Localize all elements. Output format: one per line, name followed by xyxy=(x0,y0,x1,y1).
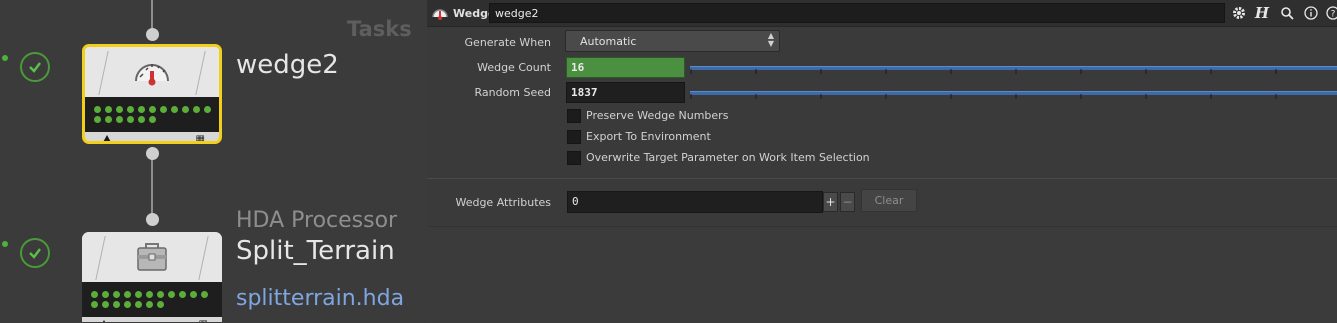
svg-text:?: ? xyxy=(1331,10,1336,20)
wedge-count-label: Wedge Count xyxy=(477,61,551,74)
parameter-toolbar: Wedge wedge2 H ? xyxy=(427,0,1337,27)
node1-input-port[interactable] xyxy=(146,28,159,41)
export-to-environment-checkbox[interactable] xyxy=(567,130,581,144)
generate-when-value: Automatic xyxy=(580,35,637,48)
minus-icon: − xyxy=(842,195,853,209)
slider-ticks xyxy=(690,94,1277,99)
export-to-environment-label: Export To Environment xyxy=(586,130,711,143)
preserve-wedge-numbers-label: Preserve Wedge Numbers xyxy=(586,109,729,122)
random-seed-label: Random Seed xyxy=(474,86,551,99)
plus-icon: + xyxy=(825,195,836,209)
split-terrain-node-title: Split_Terrain xyxy=(236,236,395,266)
wedge-attributes-label: Wedge Attributes xyxy=(455,196,551,209)
parameter-panel-empty-area xyxy=(427,226,1337,323)
info-icon[interactable] xyxy=(1303,5,1319,21)
wedge-node-header xyxy=(85,47,219,97)
split-terrain-node[interactable]: ▦ xyxy=(82,232,222,322)
node1-cooked-check-icon xyxy=(20,52,50,82)
node1-work-indicator xyxy=(2,55,8,61)
overwrite-target-parameter-checkbox[interactable] xyxy=(567,151,581,165)
node2-cooked-check-icon xyxy=(20,238,50,268)
random-seed-value: 1837 xyxy=(571,86,598,99)
wire-middle xyxy=(151,156,153,220)
wedge-count-field[interactable]: 16 xyxy=(566,57,685,78)
random-seed-field[interactable]: 1837 xyxy=(566,82,685,103)
split-terrain-node-header xyxy=(82,232,222,282)
section-divider xyxy=(427,178,1337,179)
slider-ticks xyxy=(690,69,1277,74)
node2-input-port[interactable] xyxy=(146,213,159,226)
clear-label: Clear xyxy=(874,194,904,207)
wedge-node-footer: ▦ xyxy=(85,132,219,142)
section-label: Tasks xyxy=(347,17,412,41)
generate-when-dropdown[interactable]: Automatic ▲ ▼ xyxy=(565,30,780,52)
list-icon[interactable]: ▦ xyxy=(196,135,205,142)
network-view[interactable]: Tasks ▦ wedge2 HDA Processor Split_Terra… xyxy=(0,0,427,322)
search-icon[interactable] xyxy=(1279,5,1295,21)
random-seed-slider[interactable] xyxy=(690,91,1337,103)
split-terrain-node-footer: ▦ xyxy=(82,317,222,322)
split-terrain-node-hda[interactable]: splitterrain.hda xyxy=(236,286,404,311)
overwrite-target-parameter-label: Overwrite Target Parameter on Work Item … xyxy=(586,151,870,164)
node-name-field[interactable]: wedge2 xyxy=(489,3,1225,23)
split-terrain-node-workitems[interactable] xyxy=(82,282,222,317)
wedge-attributes-count-field[interactable]: 0 xyxy=(567,191,823,213)
node-name-value: wedge2 xyxy=(495,7,539,20)
gauge-icon xyxy=(135,64,169,86)
remove-attribute-button[interactable]: − xyxy=(840,192,855,212)
generate-when-label: Generate When xyxy=(464,36,551,49)
question-icon[interactable]: ? xyxy=(1325,5,1337,21)
wedge-count-slider[interactable] xyxy=(690,66,1337,78)
expand-triangle-icon[interactable] xyxy=(102,135,112,141)
wedge-node[interactable]: ▦ xyxy=(82,44,222,144)
wedge-attributes-count-value: 0 xyxy=(572,195,579,208)
toolbox-icon xyxy=(137,243,167,271)
preserve-wedge-numbers-checkbox[interactable] xyxy=(567,109,581,123)
node2-work-indicator xyxy=(2,241,8,247)
node1-output-port[interactable] xyxy=(146,147,159,160)
parameter-panel: Wedge wedge2 H ? Generate When Automatic… xyxy=(427,0,1337,226)
dropdown-arrows-icon: ▲ ▼ xyxy=(767,31,774,48)
add-attribute-button[interactable]: + xyxy=(823,192,838,212)
split-terrain-node-type: HDA Processor xyxy=(236,208,398,233)
wedge-node-title: wedge2 xyxy=(236,50,339,80)
gear-icon[interactable] xyxy=(1231,5,1247,21)
clear-attributes-button[interactable]: Clear xyxy=(861,189,917,212)
wedge-type-icon xyxy=(432,9,448,20)
wedge-node-workitems[interactable] xyxy=(85,97,219,132)
help-h-icon[interactable]: H xyxy=(1254,4,1270,22)
wedge-count-value: 16 xyxy=(571,61,585,74)
